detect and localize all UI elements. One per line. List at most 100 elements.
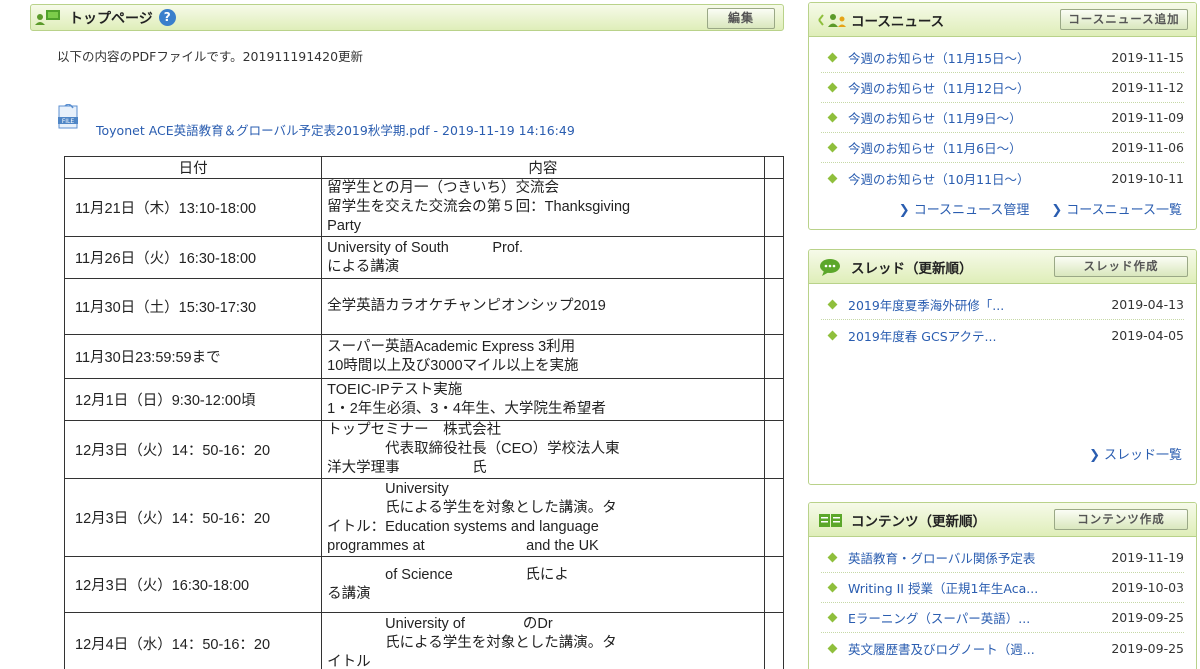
news-people-icon [817,10,851,30]
content-line: 10時間以上及び3000マイル以上を実施 [327,357,579,374]
content-line: イトル [327,654,371,669]
bullet-diamond-icon [827,142,838,153]
list-item[interactable]: 2019年度春 GCSアクテ... 2019-04-05 [821,320,1184,350]
page-description: 以下の内容のPDFファイルです。201911191420更新 [57,49,364,64]
item-date: 2019-11-12 [1111,80,1184,95]
file-icon: FILE [57,103,81,130]
column-header-content: 内容 [321,156,765,179]
threads-box: スレッド（更新順） スレッド作成 2019年度夏季海外研修「... 2019-0… [808,249,1197,485]
item-date: 2019-09-25 [1111,640,1184,656]
content-line: る講演 [327,585,371,602]
svg-text:FILE: FILE [62,118,75,125]
content-line: programmes at and the UK [327,537,599,554]
list-item[interactable]: Writing II 授業（正規1年生Aca... 2019-10-03 [821,573,1184,603]
row-date: 11月30日23:59:59まで [63,334,323,379]
contents-box: コンテンツ（更新順） コンテンツ作成 英語教育・グローバル関係予定表 2019-… [808,502,1197,669]
add-course-news-button[interactable]: コースニュース追加 [1060,9,1188,30]
row-content: 全学英語カラオケチャンピオンシップ2019 [321,278,765,335]
item-date: 2019-10-03 [1111,580,1184,595]
chevron-right-icon: ❯ [1089,448,1100,463]
pdf-file-link[interactable]: Toyonet ACE英語教育＆グローバル予定表2019秋学期.pdf - 20… [96,120,575,139]
item-label[interactable]: 今週のお知らせ（11月15日～） [848,48,1105,67]
list-item[interactable]: 英語教育・グローバル関係予定表 2019-11-19 [821,543,1184,573]
item-label[interactable]: 英語教育・グローバル関係予定表 [848,548,1105,567]
content-line: 代表取締役社長（CEO）学校法人東 [327,441,620,457]
schedule-table: 日付 内容 11月21日（木）13:10-18:00 留学生との月一（つきいち）… [63,156,784,669]
course-news-manage-link[interactable]: ❯ コースニュース管理 [899,199,1030,218]
table-row: 12月3日（火）14：50-16：20 University 氏による学生を対象… [63,478,784,557]
course-news-footer: ❯ コースニュース管理 ❯ コースニュース一覧 [809,199,1196,218]
chevron-right-icon: ❯ [898,203,910,218]
table-row: 11月30日（土）15:30-17:30 全学英語カラオケチャンピオンシップ20… [63,278,784,335]
row-extra [763,278,784,335]
item-label[interactable]: 英文履歴書及びログノート（週... [848,639,1105,658]
table-row: 11月30日23:59:59まで スーパー英語Academic Express … [63,334,784,379]
row-extra [763,612,784,669]
bullet-diamond-icon [827,82,838,93]
bullet-diamond-icon [827,112,838,123]
list-item[interactable]: Eラーニング（スーパー英語）... 2019-09-25 [821,603,1184,633]
row-date: 12月3日（火）14：50-16：20 [63,420,323,479]
item-label[interactable]: 今週のお知らせ（11月6日～） [848,138,1105,157]
table-row: 12月1日（日）9:30-12:00頃 TOEIC-IPテスト実施 1・2年生必… [63,378,784,421]
row-content: トップセミナー 株式会社 代表取締役社長（CEO）学校法人東 洋大学理事 氏 [321,420,765,479]
threads-header: スレッド（更新順） スレッド作成 [809,250,1196,284]
row-extra [763,478,784,557]
item-label[interactable]: Writing II 授業（正規1年生Aca... [848,578,1105,597]
bullet-diamond-icon [827,582,838,593]
list-item[interactable]: 今週のお知らせ（11月12日～） 2019-11-12 [821,73,1184,103]
bullet-diamond-icon [827,552,838,563]
edit-button[interactable]: 編集 [707,8,775,29]
main-panel: トップページ ? 編集 以下の内容のPDFファイルです。201911191420… [30,0,784,669]
row-extra [763,420,784,479]
row-content: University of South Prof. による講演 [321,236,765,279]
row-content: of Science 氏によ る講演 [321,556,765,613]
item-label[interactable]: 2019年度夏季海外研修「... [848,295,1105,314]
list-item[interactable]: 2019年度夏季海外研修「... 2019-04-13 [821,290,1184,320]
item-date: 2019-11-06 [1111,140,1184,155]
speech-bubble-icon [817,257,851,277]
item-date: 2019-04-05 [1111,327,1184,343]
item-date: 2019-10-11 [1111,170,1184,186]
content-line: イトル：Education systems and language [327,518,599,535]
row-extra [763,334,784,379]
list-item[interactable]: 今週のお知らせ（10月11日～） 2019-10-11 [821,163,1184,193]
item-date: 2019-04-13 [1111,297,1184,312]
row-extra [763,178,784,237]
bullet-diamond-icon [827,612,838,623]
column-header-date: 日付 [63,156,323,179]
people-board-icon [31,5,69,30]
thread-list-link[interactable]: ❯ スレッド一覧 [1089,444,1182,463]
row-content: University of のDr 氏による学生を対象とした講演。タ イトル [321,612,765,669]
row-content: 留学生との月一（つきいち）交流会 留学生を交えた交流会の第５回：Thanksgi… [321,178,765,237]
content-line: トップセミナー 株式会社 [327,422,502,438]
item-label[interactable]: 今週のお知らせ（11月9日～） [848,108,1105,127]
row-date: 12月3日（火）16:30-18:00 [63,556,323,613]
item-label[interactable]: 2019年度春 GCSアクテ... [848,326,1105,345]
list-item[interactable]: 英文履歴書及びログノート（週... 2019-09-25 [821,633,1184,663]
contents-title: コンテンツ（更新順） [851,513,986,530]
row-date: 11月30日（土）15:30-17:30 [63,278,323,335]
content-line: スーパー英語Academic Express 3利用 [327,338,576,355]
help-icon[interactable]: ? [158,9,176,26]
item-label[interactable]: 今週のお知らせ（11月12日～） [848,78,1105,97]
course-news-list-link[interactable]: ❯ コースニュース一覧 [1051,199,1182,218]
bullet-diamond-icon [827,330,838,340]
row-content: University 氏による学生を対象とした講演。タ イトル：Educatio… [321,478,765,557]
list-item[interactable]: 今週のお知らせ（11月9日～） 2019-11-09 [821,103,1184,133]
list-item[interactable]: 今週のお知らせ（11月15日～） 2019-11-15 [821,43,1184,73]
list-item[interactable]: 今週のお知らせ（11月6日～） 2019-11-06 [821,133,1184,163]
row-date: 12月3日（火）14：50-16：20 [63,478,323,557]
item-label[interactable]: Eラーニング（スーパー英語）... [848,608,1105,627]
item-date: 2019-11-09 [1111,110,1184,125]
table-row: 12月4日（水）14：50-16：20 University of のDr 氏に… [63,612,784,669]
content-line: 1・2年生必須、3・4年生、大学院生希望者 [327,400,606,417]
item-label[interactable]: 今週のお知らせ（10月11日～） [848,169,1105,188]
create-thread-button[interactable]: スレッド作成 [1054,256,1188,277]
content-line: University [327,480,449,497]
create-content-button[interactable]: コンテンツ作成 [1054,509,1188,530]
book-icon [817,510,851,530]
main-panel-header: トップページ ? 編集 [30,4,784,31]
bullet-diamond-icon [827,173,838,183]
row-date: 11月21日（木）13:10-18:00 [63,178,323,237]
